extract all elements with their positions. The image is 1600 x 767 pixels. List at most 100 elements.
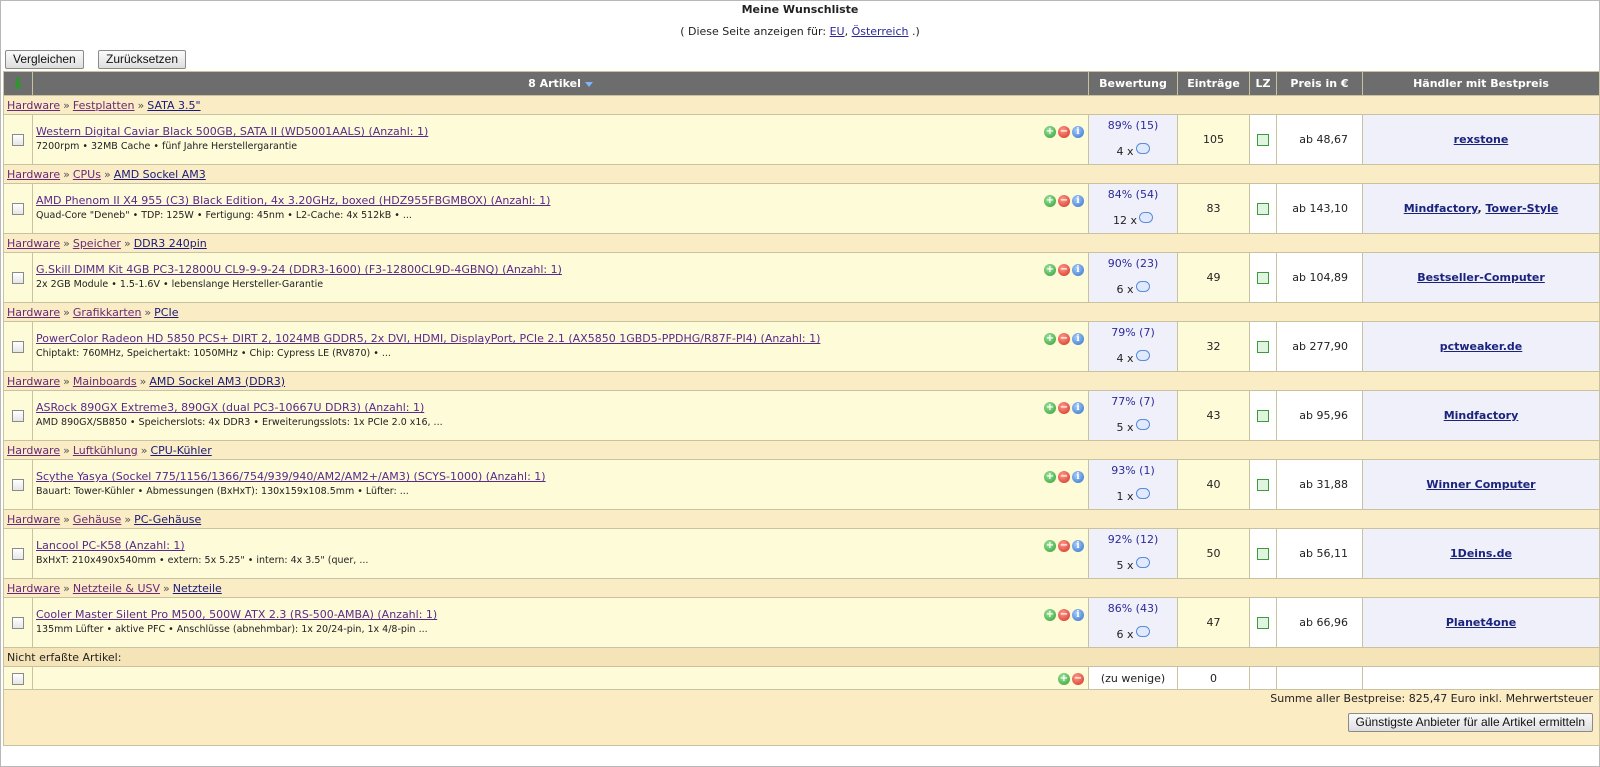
review-speech-icon[interactable] — [1135, 487, 1150, 499]
rating-percent[interactable]: 93% (1) — [1089, 464, 1177, 477]
info-icon[interactable]: i — [1072, 609, 1084, 621]
seller-link[interactable]: Tower-Style — [1485, 202, 1558, 215]
breadcrumb-link[interactable]: Hardware — [7, 237, 60, 250]
breadcrumb-link[interactable]: Hardware — [7, 513, 60, 526]
remove-icon[interactable]: − — [1058, 471, 1070, 483]
select-checkbox[interactable] — [12, 341, 24, 353]
rating-header[interactable]: Bewertung — [1088, 71, 1178, 96]
add-icon[interactable]: + — [1044, 195, 1056, 207]
info-icon[interactable]: i — [1072, 195, 1084, 207]
breadcrumb-link[interactable]: CPUs — [73, 168, 101, 181]
seller-link[interactable]: rexstone — [1454, 133, 1509, 146]
review-count[interactable]: 5 x — [1089, 556, 1177, 572]
review-speech-icon[interactable] — [1135, 556, 1150, 568]
reset-button[interactable]: Zurücksetzen — [98, 50, 187, 69]
breadcrumb-link[interactable]: Gehäuse — [73, 513, 121, 526]
breadcrumb-link[interactable]: Grafikkarten — [73, 306, 142, 319]
breadcrumb-link[interactable]: Festplatten — [73, 99, 135, 112]
breadcrumb-link[interactable]: Hardware — [7, 99, 60, 112]
review-speech-icon[interactable] — [1135, 280, 1150, 292]
review-count[interactable]: 4 x — [1089, 142, 1177, 158]
breadcrumb-link[interactable]: Mainboards — [73, 375, 137, 388]
rating-percent[interactable]: 77% (7) — [1089, 395, 1177, 408]
remove-icon[interactable]: − — [1072, 673, 1084, 685]
seller-header[interactable]: Händler mit Bestpreis — [1362, 71, 1600, 96]
review-count[interactable]: 1 x — [1089, 487, 1177, 503]
review-speech-icon[interactable] — [1135, 349, 1150, 361]
seller-link[interactable]: pctweaker.de — [1440, 340, 1523, 353]
breadcrumb-link[interactable]: Hardware — [7, 375, 60, 388]
remove-icon[interactable]: − — [1058, 402, 1070, 414]
remove-icon[interactable]: − — [1058, 264, 1070, 276]
select-checkbox[interactable] — [12, 617, 24, 629]
add-icon[interactable]: + — [1058, 673, 1070, 685]
rating-percent[interactable]: 84% (54) — [1089, 188, 1177, 201]
sort-column-header[interactable]: ⇓ — [3, 71, 33, 96]
breadcrumb-link[interactable]: Hardware — [7, 306, 60, 319]
seller-link[interactable]: 1Deins.de — [1450, 547, 1512, 560]
review-speech-icon[interactable] — [1139, 211, 1153, 223]
rating-percent[interactable]: 90% (23) — [1089, 257, 1177, 270]
breadcrumb-link[interactable]: CPU-Kühler — [150, 444, 211, 457]
entries-header[interactable]: Einträge — [1177, 71, 1250, 96]
review-count[interactable]: 6 x — [1089, 280, 1177, 296]
breadcrumb-link[interactable]: Hardware — [7, 444, 60, 457]
select-checkbox[interactable] — [12, 410, 24, 422]
compare-button[interactable]: Vergleichen — [5, 50, 84, 69]
add-icon[interactable]: + — [1044, 540, 1056, 552]
region-link-at[interactable]: Österreich — [852, 25, 909, 38]
seller-link[interactable]: Mindfactory — [1404, 202, 1478, 215]
review-count[interactable]: 4 x — [1089, 349, 1177, 365]
lz-header[interactable]: LZ — [1249, 71, 1277, 96]
rating-percent[interactable]: 89% (15) — [1089, 119, 1177, 132]
seller-link[interactable]: Planet4one — [1446, 616, 1516, 629]
review-speech-icon[interactable] — [1135, 625, 1150, 637]
add-icon[interactable]: + — [1044, 471, 1056, 483]
breadcrumb-link[interactable]: SATA 3.5" — [147, 99, 200, 112]
green-down-arrow-icon[interactable]: ⇓ — [11, 74, 24, 93]
rating-percent[interactable]: 86% (43) — [1089, 602, 1177, 615]
seller-link[interactable]: Winner Computer — [1426, 478, 1535, 491]
seller-link[interactable]: Bestseller-Computer — [1417, 271, 1545, 284]
add-icon[interactable]: + — [1044, 402, 1056, 414]
breadcrumb-link[interactable]: Luftkühlung — [73, 444, 138, 457]
remove-icon[interactable]: − — [1058, 540, 1070, 552]
remove-icon[interactable]: − — [1058, 333, 1070, 345]
select-checkbox[interactable] — [12, 272, 24, 284]
remove-icon[interactable]: − — [1058, 195, 1070, 207]
breadcrumb-link[interactable]: Netzteile — [173, 582, 222, 595]
info-icon[interactable]: i — [1072, 540, 1084, 552]
breadcrumb-link[interactable]: Netzteile & USV — [73, 582, 160, 595]
product-link[interactable]: Cooler Master Silent Pro M500, 500W ATX … — [36, 608, 1088, 621]
info-icon[interactable]: i — [1072, 402, 1084, 414]
breadcrumb-link[interactable]: Hardware — [7, 168, 60, 181]
select-checkbox[interactable] — [12, 134, 24, 146]
info-icon[interactable]: i — [1072, 471, 1084, 483]
product-link[interactable]: Western Digital Caviar Black 500GB, SATA… — [36, 125, 1088, 138]
review-count[interactable]: 12 x — [1089, 211, 1177, 227]
add-icon[interactable]: + — [1044, 333, 1056, 345]
breadcrumb-link[interactable]: DDR3 240pin — [134, 237, 207, 250]
product-link[interactable]: AMD Phenom II X4 955 (C3) Black Edition,… — [36, 194, 1088, 207]
review-speech-icon[interactable] — [1135, 142, 1150, 154]
articles-header[interactable]: 8 Artikel — [32, 71, 1089, 96]
articles-header-label[interactable]: 8 Artikel — [528, 77, 581, 90]
price-header[interactable]: Preis in € — [1276, 71, 1363, 96]
find-cheapest-sellers-button[interactable]: Günstigste Anbieter für alle Artikel erm… — [1347, 713, 1593, 732]
add-icon[interactable]: + — [1044, 264, 1056, 276]
product-link[interactable]: Lancool PC-K58 (Anzahl: 1) — [36, 539, 1088, 552]
breadcrumb-link[interactable]: AMD Sockel AM3 (DDR3) — [149, 375, 285, 388]
sort-desc-icon[interactable] — [584, 81, 593, 87]
product-link[interactable]: PowerColor Radeon HD 5850 PCS+ DIRT 2, 1… — [36, 332, 1088, 345]
remove-icon[interactable]: − — [1058, 126, 1070, 138]
info-icon[interactable]: i — [1072, 264, 1084, 276]
breadcrumb-link[interactable]: Speicher — [73, 237, 121, 250]
add-icon[interactable]: + — [1044, 126, 1056, 138]
rating-percent[interactable]: 92% (12) — [1089, 533, 1177, 546]
review-count[interactable]: 6 x — [1089, 625, 1177, 641]
breadcrumb-link[interactable]: PCIe — [154, 306, 178, 319]
review-speech-icon[interactable] — [1135, 418, 1150, 430]
breadcrumb-link[interactable]: PC-Gehäuse — [134, 513, 201, 526]
review-count[interactable]: 5 x — [1089, 418, 1177, 434]
product-link[interactable]: G.Skill DIMM Kit 4GB PC3-12800U CL9-9-9-… — [36, 263, 1088, 276]
